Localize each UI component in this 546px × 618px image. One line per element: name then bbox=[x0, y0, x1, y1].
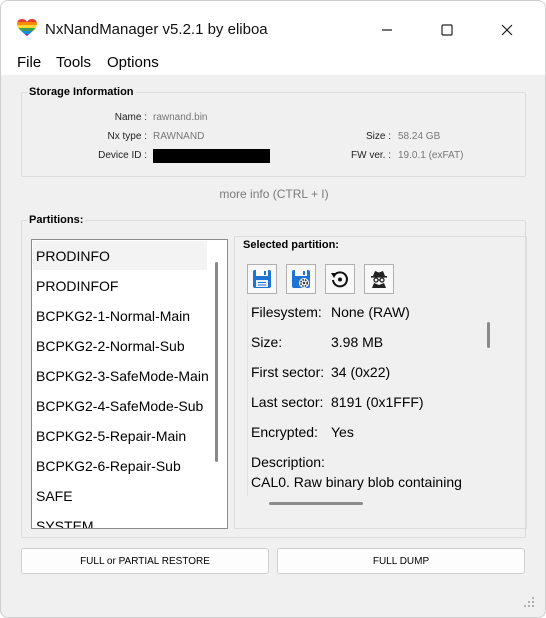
restore-icon bbox=[331, 271, 348, 288]
description-label: Description: bbox=[251, 454, 325, 470]
description-value: CAL0. Raw binary blob containing bbox=[251, 474, 462, 490]
nx-type-value: RAWNAND bbox=[153, 131, 205, 142]
device-id-redacted bbox=[153, 149, 270, 163]
partition-item-bcpkg2-5[interactable]: BCPKG2-5-Repair-Main bbox=[36, 428, 186, 444]
partitions-title: Partitions: bbox=[27, 214, 86, 226]
list-scrollbar-thumb[interactable] bbox=[215, 262, 218, 462]
partition-size-label: Size: bbox=[251, 334, 283, 350]
partition-item-bcpkg2-2[interactable]: BCPKG2-2-Normal-Sub bbox=[36, 338, 185, 354]
partition-item-bcpkg2-3[interactable]: BCPKG2-3-SafeMode-Main bbox=[36, 368, 209, 384]
name-label: Name : bbox=[114, 112, 147, 123]
encrypted-value: Yes bbox=[331, 424, 354, 440]
maximize-button[interactable] bbox=[424, 13, 470, 47]
restore-partition-button[interactable] bbox=[325, 264, 355, 294]
maximize-icon bbox=[441, 24, 453, 36]
storage-info-title: Storage Information bbox=[27, 86, 136, 98]
full-restore-button[interactable]: FULL or PARTIAL RESTORE bbox=[21, 548, 269, 574]
menu-tools[interactable]: Tools bbox=[56, 54, 91, 71]
partition-item-system[interactable]: SYSTEM bbox=[36, 518, 94, 528]
window-title: NxNandManager v5.2.1 by eliboa bbox=[45, 21, 268, 38]
close-icon bbox=[501, 24, 513, 36]
partition-item-bcpkg2-6[interactable]: BCPKG2-6-Repair-Sub bbox=[36, 458, 181, 474]
minimize-button[interactable] bbox=[364, 13, 410, 47]
save-settings-icon bbox=[292, 270, 310, 288]
filesystem-label: Filesystem: bbox=[251, 304, 322, 320]
list-scrollbar-track bbox=[209, 240, 227, 528]
partition-details: Filesystem: None (RAW) Size: 3.98 MB Fir… bbox=[247, 300, 479, 496]
dump-options-button[interactable] bbox=[286, 264, 316, 294]
partition-item-safe[interactable]: SAFE bbox=[36, 488, 73, 504]
minimize-icon bbox=[382, 29, 392, 31]
fw-version-value: 19.0.1 (exFAT) bbox=[398, 150, 464, 161]
partition-item-bcpkg2-1[interactable]: BCPKG2-1-Normal-Main bbox=[36, 308, 190, 324]
encrypted-label: Encrypted: bbox=[251, 424, 318, 440]
crypto-button[interactable] bbox=[364, 264, 394, 294]
filesystem-value: None (RAW) bbox=[331, 304, 410, 320]
first-sector-value: 34 (0x22) bbox=[331, 364, 391, 380]
details-vscroll-thumb[interactable] bbox=[487, 322, 490, 348]
resize-grip-icon[interactable] bbox=[522, 595, 536, 609]
partition-list[interactable]: PRODINFO PRODINFOF BCPKG2-1-Normal-Main … bbox=[31, 239, 228, 529]
menu-options[interactable]: Options bbox=[107, 54, 159, 71]
partition-size-value: 3.98 MB bbox=[331, 334, 384, 350]
fw-version-label: FW ver. : bbox=[351, 150, 391, 161]
partition-item-prodinfo[interactable]: PRODINFO bbox=[36, 248, 110, 264]
size-value: 58.24 GB bbox=[398, 131, 441, 142]
partition-item-bcpkg2-4[interactable]: BCPKG2-4-SafeMode-Sub bbox=[36, 398, 203, 414]
nx-type-label: Nx type : bbox=[107, 131, 147, 142]
menu-file[interactable]: File bbox=[17, 54, 41, 71]
dump-partition-button[interactable] bbox=[247, 264, 277, 294]
selected-partition-title: Selected partition: bbox=[241, 239, 341, 251]
details-hscroll-thumb[interactable] bbox=[269, 502, 363, 505]
full-dump-button[interactable]: FULL DUMP bbox=[277, 548, 525, 574]
first-sector-label: First sector: bbox=[251, 364, 325, 380]
title-bar: NxNandManager v5.2.1 by eliboa bbox=[1, 1, 545, 49]
menu-bar: File Tools Options bbox=[1, 49, 545, 75]
more-info-link[interactable]: more info (CTRL + I) bbox=[1, 187, 545, 201]
partition-item-prodinfof[interactable]: PRODINFOF bbox=[36, 278, 118, 294]
last-sector-label: Last sector: bbox=[251, 394, 324, 410]
app-window: NxNandManager v5.2.1 by eliboa File Tool… bbox=[0, 0, 546, 618]
name-value: rawnand.bin bbox=[153, 112, 208, 123]
device-id-label: Device ID : bbox=[98, 150, 147, 161]
save-icon bbox=[253, 270, 271, 288]
close-button[interactable] bbox=[484, 13, 530, 47]
last-sector-value: 8191 (0x1FFF) bbox=[331, 394, 424, 410]
rainbow-heart-icon bbox=[17, 19, 37, 36]
size-label: Size : bbox=[365, 131, 391, 142]
spy-icon bbox=[371, 271, 387, 288]
